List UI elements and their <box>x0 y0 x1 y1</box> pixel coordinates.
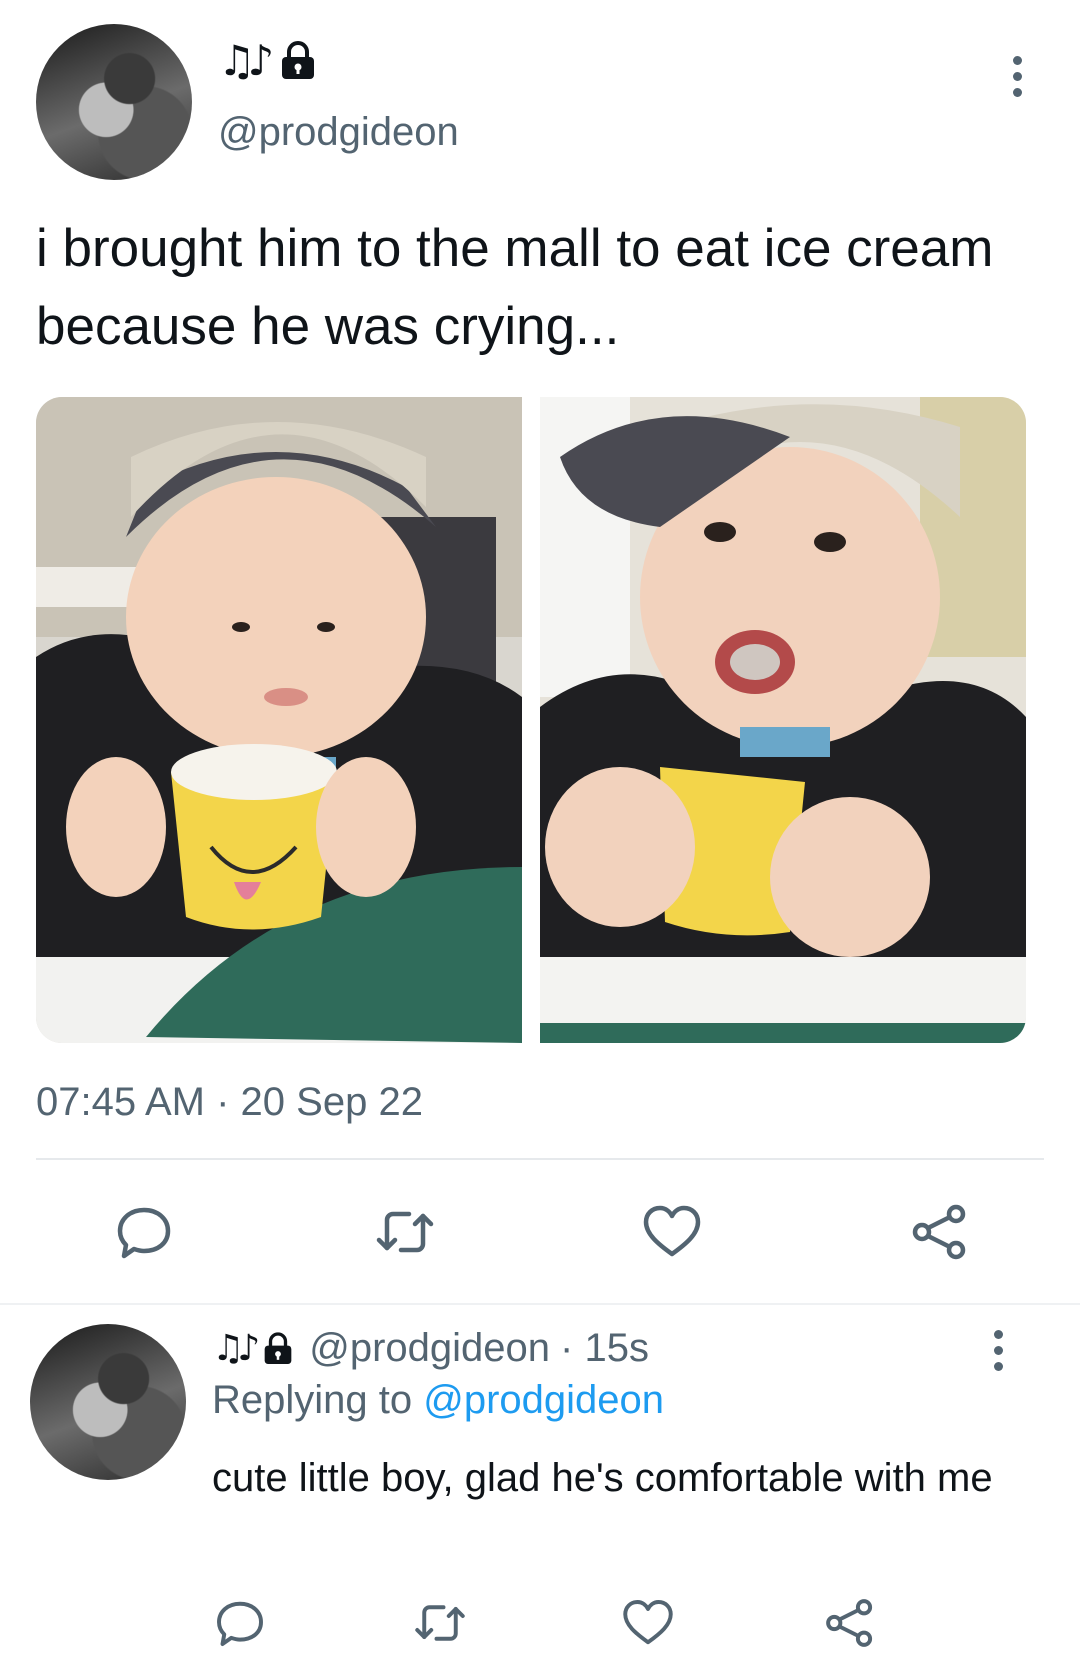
share-icon[interactable] <box>822 1595 878 1651</box>
reply-text: cute little boy, glad he's comfortable w… <box>212 1456 993 1500</box>
share-icon[interactable] <box>908 1200 972 1264</box>
tweet-photo-1[interactable] <box>36 397 522 1043</box>
speech-bubble-icon[interactable] <box>112 1200 176 1264</box>
more-vertical-icon[interactable] <box>992 1330 1004 1371</box>
author-avatar[interactable] <box>36 24 192 180</box>
retweet-icon[interactable] <box>412 1595 468 1651</box>
author-handle[interactable]: @prodgideon <box>218 110 459 155</box>
reply-time[interactable]: · 15s <box>560 1326 649 1371</box>
divider <box>36 1158 1044 1160</box>
tweet-timestamp[interactable]: 07:45 AM · 20 Sep 22 <box>36 1080 423 1125</box>
author-name[interactable]: ♫♪ <box>218 40 316 82</box>
heart-icon[interactable] <box>640 1200 704 1264</box>
heart-icon[interactable] <box>620 1595 676 1651</box>
tweet-photo-2[interactable] <box>540 397 1026 1043</box>
music-note-emoji: ♫♪ <box>212 1327 260 1369</box>
retweet-icon[interactable] <box>373 1200 437 1264</box>
speech-bubble-icon[interactable] <box>212 1595 268 1651</box>
reply-author-handle[interactable]: @prodgideon <box>309 1326 550 1371</box>
reply-header: ♫♪ @prodgideon · 15s <box>212 1326 649 1371</box>
lock-icon <box>264 1331 292 1364</box>
replying-to: Replying to @prodgideon <box>212 1378 664 1423</box>
replying-prefix: Replying to <box>212 1378 413 1422</box>
section-divider <box>0 1303 1080 1305</box>
reply-author-avatar[interactable] <box>30 1324 186 1480</box>
lock-icon <box>282 41 315 79</box>
more-vertical-icon[interactable] <box>1011 56 1023 97</box>
replying-mention-link[interactable]: @prodgideon <box>423 1378 664 1422</box>
tweet-text: i brought him to the mall to eat ice cre… <box>36 219 994 356</box>
music-note-emoji: ♫♪ <box>218 36 275 85</box>
